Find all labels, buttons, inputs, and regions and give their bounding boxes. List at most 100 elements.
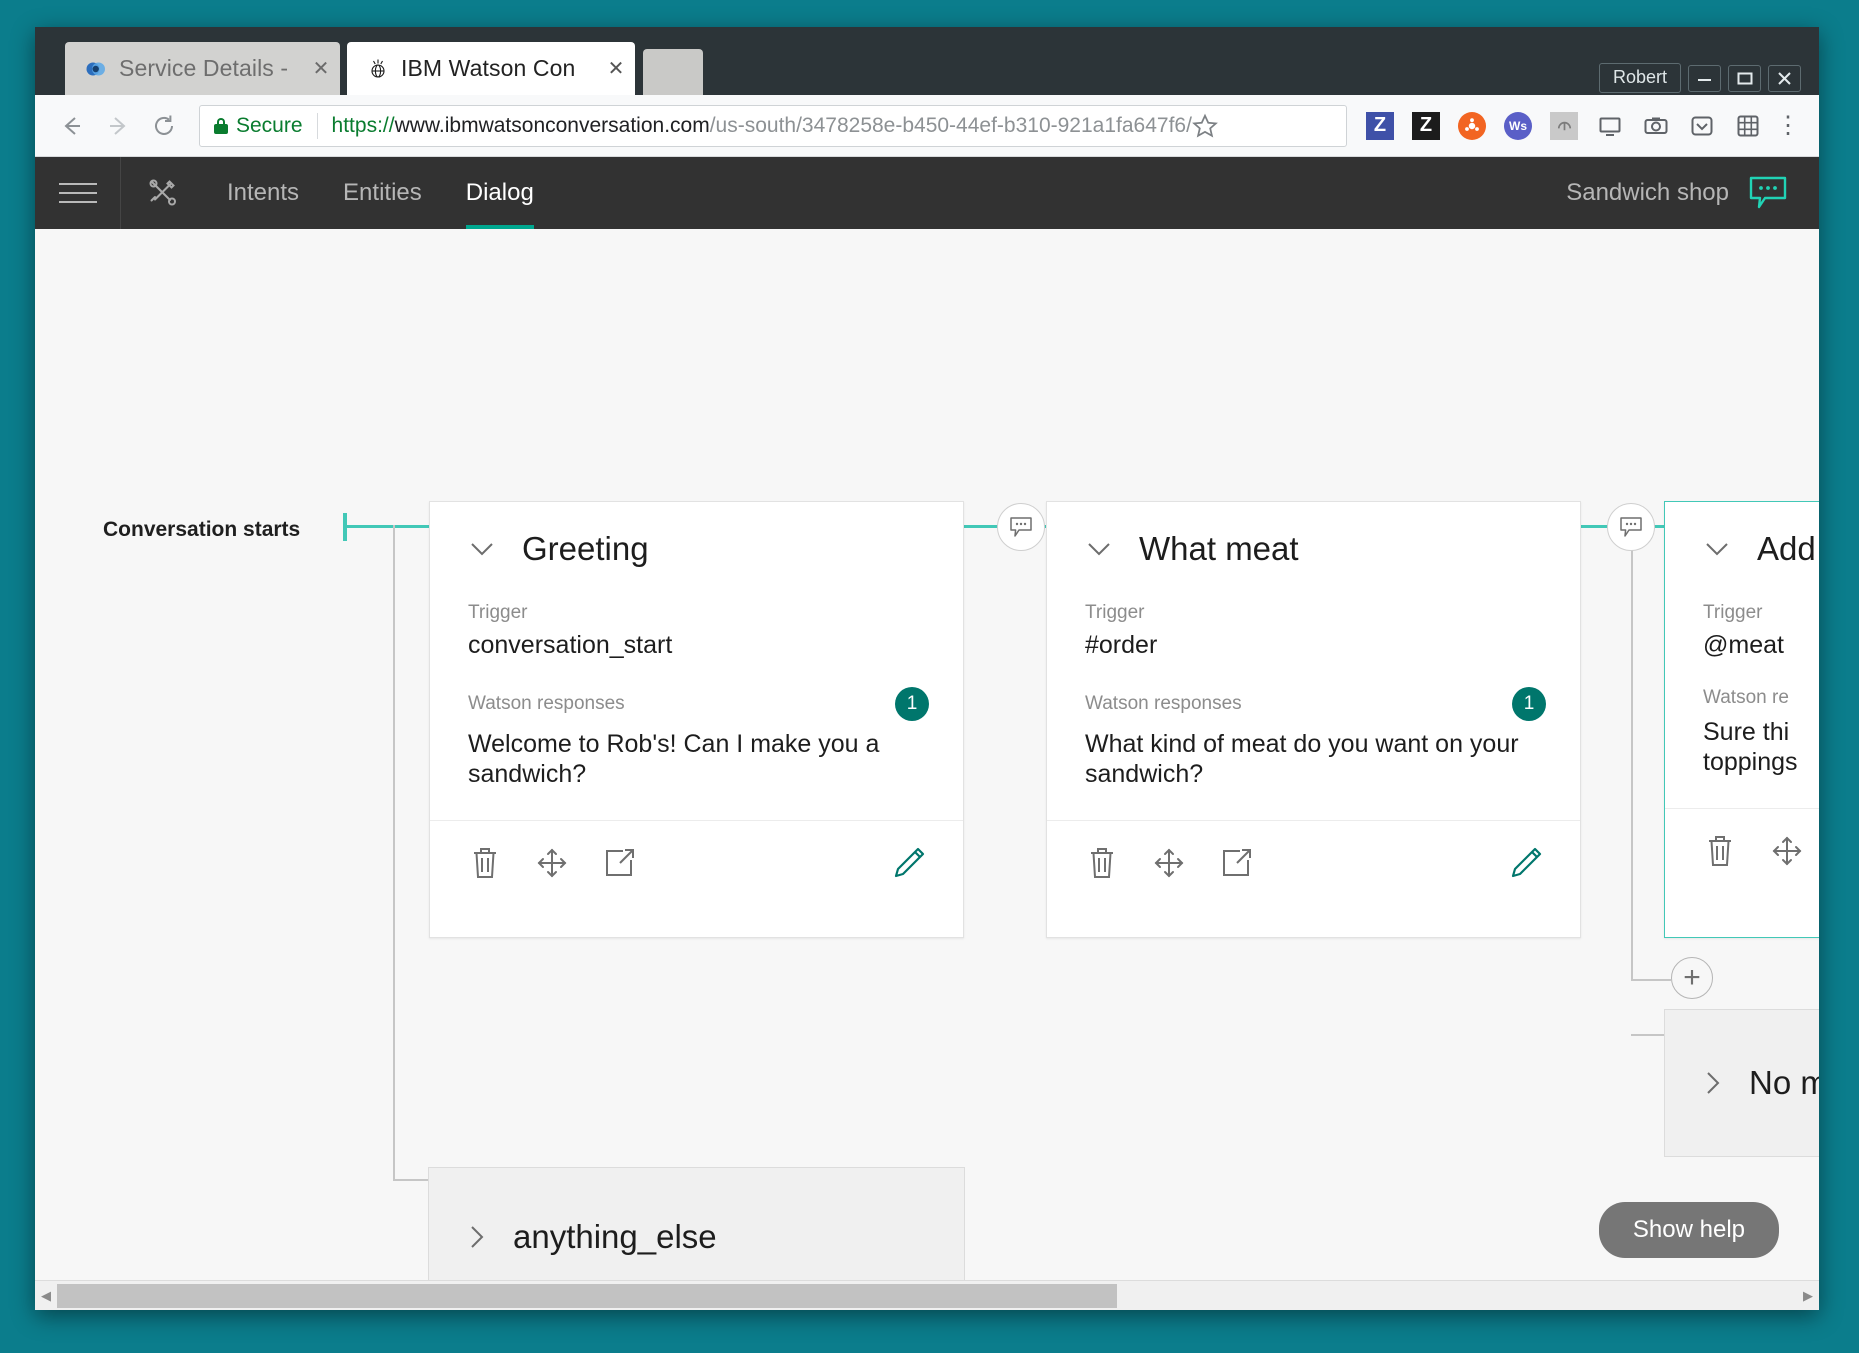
browser-new-tab-placeholder[interactable] xyxy=(643,49,703,95)
dialog-node-body: Add m Trigger @meat Watson re Sure thi t… xyxy=(1665,502,1819,808)
jump-to-icon[interactable] xyxy=(1219,846,1255,880)
window-minimize-button[interactable] xyxy=(1688,64,1721,92)
dialog-node-actions xyxy=(430,819,963,906)
hamburger-menu-icon[interactable] xyxy=(35,157,121,229)
tab-entities[interactable]: Entities xyxy=(321,157,444,229)
dialog-node-title: anything_else xyxy=(513,1217,717,1255)
dialog-node-title: No me xyxy=(1749,1064,1819,1101)
tab-dialog[interactable]: Dialog xyxy=(444,157,556,229)
zotero-blue-extension-icon[interactable]: Z xyxy=(1357,103,1403,149)
responses-header-row: Watson re xyxy=(1703,687,1819,709)
move-icon[interactable] xyxy=(534,845,570,881)
dialog-node-what-meat[interactable]: What meat Trigger #order Watson response… xyxy=(1046,501,1581,938)
desktop-background: Service Details - ✕ IBM Watson Con ✕ Rob… xyxy=(0,0,1859,1353)
show-help-button[interactable]: Show help xyxy=(1598,1202,1779,1258)
forward-button[interactable] xyxy=(95,103,141,149)
edit-icon[interactable] xyxy=(1506,843,1546,883)
trigger-value: @meat xyxy=(1703,631,1784,659)
dialog-node-title: Greeting xyxy=(522,530,649,567)
responses-count-badge: 1 xyxy=(895,686,929,721)
delete-icon[interactable] xyxy=(1703,833,1737,869)
greeting-to-bubble-line xyxy=(964,525,999,528)
browser-tab-service-details[interactable]: Service Details - ✕ xyxy=(65,42,340,95)
responses-label: Watson re xyxy=(1703,686,1789,708)
dialog-node-body: No me xyxy=(1665,1010,1819,1156)
trigger-label: Trigger xyxy=(1085,602,1145,623)
url-path: /us-south/3478258e-b450-44ef-b310-921a1f… xyxy=(709,113,1192,137)
user-profile-chip[interactable]: Robert xyxy=(1598,63,1681,93)
trigger-label: Trigger xyxy=(1703,602,1763,623)
move-icon[interactable] xyxy=(1769,833,1805,869)
browser-tab-close-icon[interactable]: ✕ xyxy=(603,59,629,79)
reload-button[interactable] xyxy=(141,103,187,149)
screen-extension-icon[interactable] xyxy=(1587,103,1633,149)
dialog-node-add-meat[interactable]: Add m Trigger @meat Watson re Sure thi t… xyxy=(1664,501,1819,938)
browser-tab-title: Service Details - xyxy=(119,55,289,81)
delete-icon[interactable] xyxy=(468,845,502,881)
connector-bubble-node-1[interactable] xyxy=(997,503,1045,551)
tab-entities-label: Entities xyxy=(343,179,422,206)
browser-address-bar: Secure https://www.ibmwatsonconversation… xyxy=(35,95,1819,157)
jump-to-icon[interactable] xyxy=(602,846,638,880)
watson-app-page: Intents Entities Dialog Sandwich shop Co… xyxy=(35,157,1819,1310)
workspace-indicator[interactable]: Sandwich shop xyxy=(1566,157,1819,229)
response-text-line2: toppings xyxy=(1703,748,1798,776)
scroll-left-arrow[interactable]: ◀ xyxy=(35,1288,57,1304)
chevron-down-icon[interactable] xyxy=(1703,540,1731,558)
app-navigation-bar: Intents Entities Dialog Sandwich shop xyxy=(35,157,1819,229)
window-maximize-button[interactable] xyxy=(1728,64,1761,92)
chevron-down-icon[interactable] xyxy=(1085,540,1113,558)
lock-icon xyxy=(214,117,228,134)
url-omnibox[interactable]: Secure https://www.ibmwatsonconversation… xyxy=(199,104,1347,147)
websters-extension-icon[interactable]: Ws xyxy=(1495,103,1541,149)
tab-dialog-label: Dialog xyxy=(465,179,534,206)
omnibox-divider xyxy=(316,112,318,139)
move-icon[interactable] xyxy=(1151,845,1187,881)
scroll-right-arrow[interactable]: ▶ xyxy=(1797,1288,1819,1304)
back-button[interactable] xyxy=(49,103,95,149)
dialog-node-body: What meat Trigger #order Watson response… xyxy=(1047,502,1580,820)
dialog-node-title-row[interactable]: Greeting xyxy=(468,530,929,568)
zotero-black-extension-icon[interactable]: Z xyxy=(1403,103,1449,149)
dropbox-extension-icon[interactable] xyxy=(1541,103,1587,149)
url-text: https://www.ibmwatsonconversation.com/us… xyxy=(332,114,1192,138)
grid-extension-icon[interactable] xyxy=(1725,103,1771,149)
chevron-right-icon[interactable] xyxy=(1703,1068,1723,1098)
dialog-node-title-row[interactable]: What meat xyxy=(1085,530,1546,568)
dialog-node-actions xyxy=(1047,819,1580,906)
tab-intents[interactable]: Intents xyxy=(205,157,321,229)
dialog-node-title-row[interactable]: Add m xyxy=(1703,530,1819,568)
dialog-node-no-meat[interactable]: No me xyxy=(1664,1009,1819,1157)
addmeat-branch-to-plus xyxy=(1631,979,1671,981)
orange-circle-extension-icon[interactable] xyxy=(1449,103,1495,149)
dialog-node-actions xyxy=(1665,807,1819,894)
horizontal-scrollbar[interactable]: ◀ ▶ xyxy=(35,1280,1819,1310)
add-node-button[interactable]: + xyxy=(1671,957,1713,999)
scrollbar-track[interactable] xyxy=(57,1281,1797,1311)
url-host: www.ibmwatsonconversation.com xyxy=(394,113,710,137)
chevron-down-icon[interactable] xyxy=(468,540,496,558)
tools-icon[interactable] xyxy=(121,157,205,229)
delete-icon[interactable] xyxy=(1085,845,1119,881)
bluemix-icon xyxy=(85,58,107,80)
tab-intents-label: Intents xyxy=(227,179,300,206)
responses-label: Watson responses xyxy=(1085,692,1242,714)
dialog-node-title: Add m xyxy=(1757,530,1819,567)
browser-tab-close-icon[interactable]: ✕ xyxy=(308,59,334,79)
window-close-button[interactable] xyxy=(1768,64,1801,92)
pocket-extension-icon[interactable] xyxy=(1679,103,1725,149)
browser-tab-strip: Service Details - ✕ IBM Watson Con ✕ Rob… xyxy=(35,27,1819,95)
chat-bubble-icon[interactable] xyxy=(1747,174,1789,212)
scrollbar-thumb[interactable] xyxy=(57,1283,1117,1308)
camera-extension-icon[interactable] xyxy=(1633,103,1679,149)
bookmark-star-icon[interactable] xyxy=(1192,113,1226,139)
edit-icon[interactable] xyxy=(889,843,929,883)
chevron-right-icon[interactable] xyxy=(467,1222,487,1252)
conversation-starts-label: Conversation starts xyxy=(103,518,301,541)
browser-tab-watson-conversation[interactable]: IBM Watson Con ✕ xyxy=(347,42,635,95)
connector-bubble-node-2[interactable] xyxy=(1607,503,1655,551)
url-scheme: https:// xyxy=(331,113,395,137)
browser-menu-icon[interactable]: ⋮ xyxy=(1771,113,1805,138)
response-text: What kind of meat do you want on your sa… xyxy=(1085,729,1519,789)
dialog-node-greeting[interactable]: Greeting Trigger conversation_start Wats… xyxy=(429,501,964,938)
